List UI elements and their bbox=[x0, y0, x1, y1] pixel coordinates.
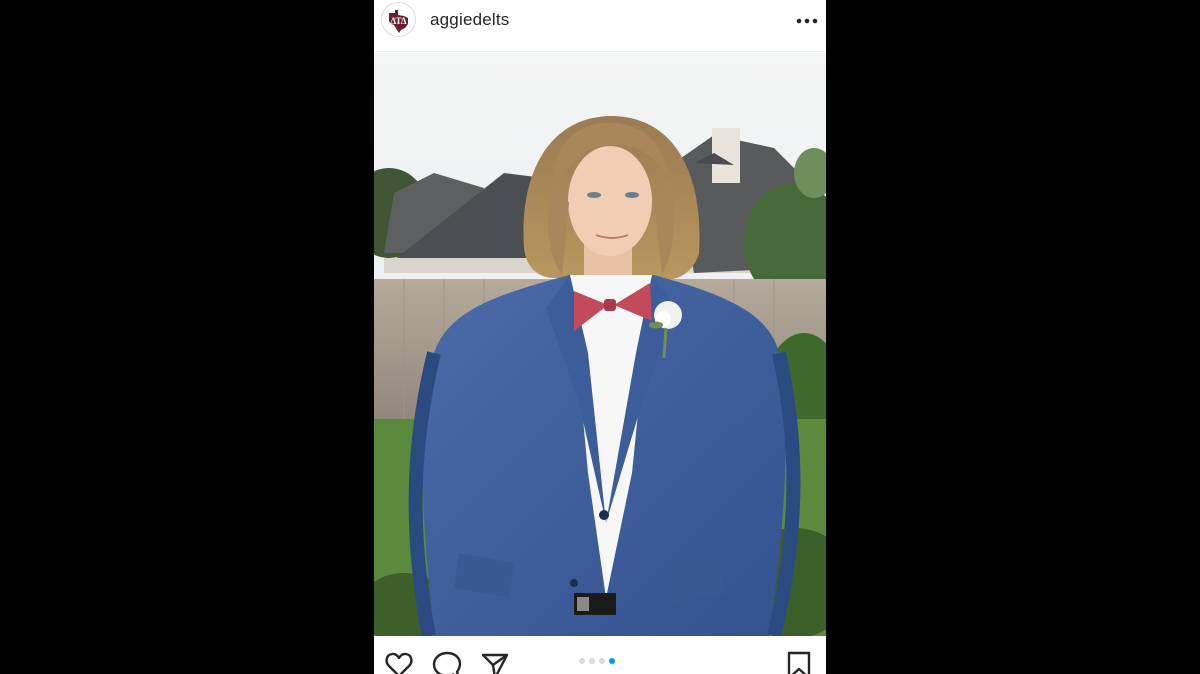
post-username[interactable]: aggiedelts bbox=[430, 10, 510, 30]
comment-button[interactable] bbox=[432, 650, 462, 674]
instagram-post: ΔΤΔ aggiedelts bbox=[374, 0, 826, 674]
texas-delta-crest-icon: ΔΤΔ bbox=[382, 3, 415, 36]
carousel-dot bbox=[599, 658, 605, 664]
carousel-indicator bbox=[579, 658, 619, 666]
save-button[interactable] bbox=[784, 650, 814, 674]
bookmark-icon bbox=[787, 651, 811, 674]
share-button[interactable] bbox=[480, 650, 510, 674]
carousel-dot bbox=[589, 658, 595, 664]
svg-text:ΔΤΔ: ΔΤΔ bbox=[390, 16, 406, 26]
portrait-photo bbox=[374, 53, 826, 636]
send-icon bbox=[481, 653, 509, 674]
comment-icon bbox=[432, 651, 462, 674]
carousel-dot-active bbox=[609, 658, 615, 664]
more-options-icon[interactable] bbox=[794, 8, 820, 34]
like-button[interactable] bbox=[384, 650, 414, 674]
post-action-bar bbox=[374, 636, 826, 674]
profile-avatar[interactable]: ΔΤΔ bbox=[381, 2, 416, 37]
post-photo[interactable] bbox=[374, 53, 826, 636]
heart-icon bbox=[385, 652, 413, 674]
post-header: ΔΤΔ aggiedelts bbox=[374, 0, 826, 52]
carousel-dot bbox=[579, 658, 585, 664]
